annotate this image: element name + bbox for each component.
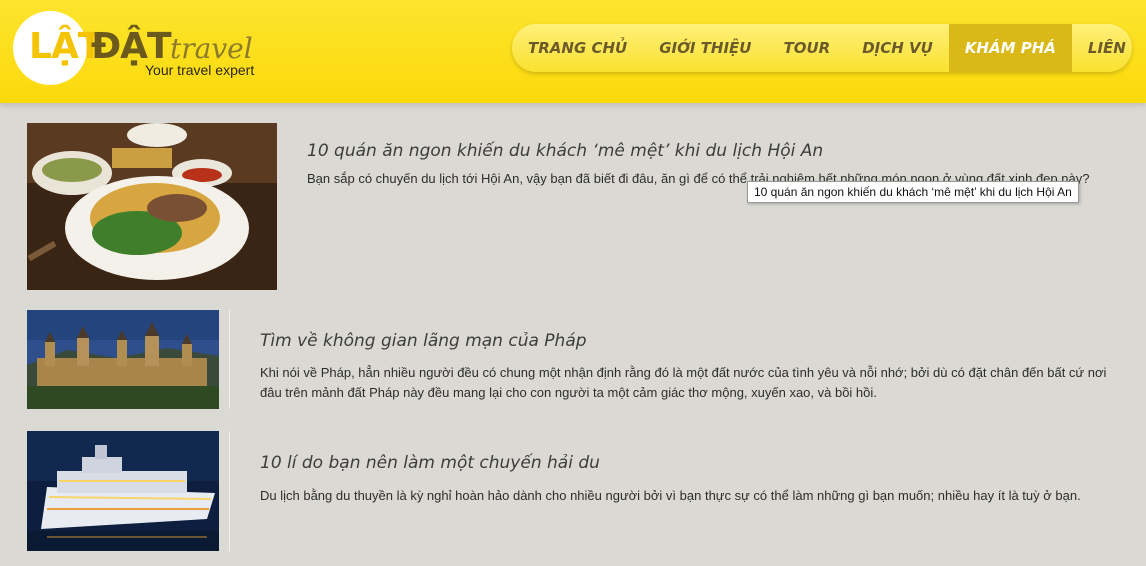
divider [229,431,230,551]
food-photo [27,123,277,290]
divider [229,310,230,409]
site-header: LẬT ĐẬT travel Your travel expert TRANG … [0,0,1146,103]
article-item: 10 quán ăn ngon khiến du khách ‘mê mệt’ … [27,123,1127,290]
nav-item-trang-chu[interactable]: TRANG CHỦ [512,24,643,72]
castle-photo [27,310,219,409]
article-description: Khi nói về Pháp, hẳn nhiều người đều có … [260,365,1107,400]
article-thumbnail-cruise[interactable] [27,431,219,551]
cruise-ship-photo [27,431,219,551]
article-title[interactable]: 10 quán ăn ngon khiến du khách ‘mê mệt’ … [307,140,823,162]
nav-item-gioi-thieu[interactable]: GIỚI THIỆU [643,24,767,72]
logo-text-dat: ĐẬT [91,26,172,67]
main-nav: TRANG CHỦ GIỚI THIỆU TOUR DỊCH VỤ KHÁM P… [512,24,1132,72]
logo-text-travel: travel [170,32,253,65]
site-logo[interactable]: LẬT ĐẬT travel Your travel expert [13,11,263,91]
article-title[interactable]: Tìm về không gian lãng mạn của Pháp [260,330,587,352]
article-thumbnail-castle[interactable] [27,310,219,409]
nav-item-kham-pha[interactable]: KHÁM PHÁ [948,24,1072,72]
title-tooltip: 10 quán ăn ngon khiến du khách ‘mê mệt’ … [747,181,1079,203]
nav-item-tour[interactable]: TOUR [767,24,846,72]
article-description: Du lịch bằng du thuyền là kỳ nghỉ hoàn h… [260,488,1081,503]
article-item: Tìm về không gian lãng mạn của Pháp Khi … [27,310,1127,409]
nav-item-dich-vu[interactable]: DỊCH VỤ [846,24,949,72]
nav-item-lien-he[interactable]: LIÊN HỆ [1072,24,1132,72]
logo-slogan: Your travel expert [145,62,255,78]
article-thumbnail-food[interactable] [27,123,277,290]
article-item: 10 lí do bạn nên làm một chuyến hải du D… [27,431,1127,551]
article-title[interactable]: 10 lí do bạn nên làm một chuyến hải du [260,452,600,474]
